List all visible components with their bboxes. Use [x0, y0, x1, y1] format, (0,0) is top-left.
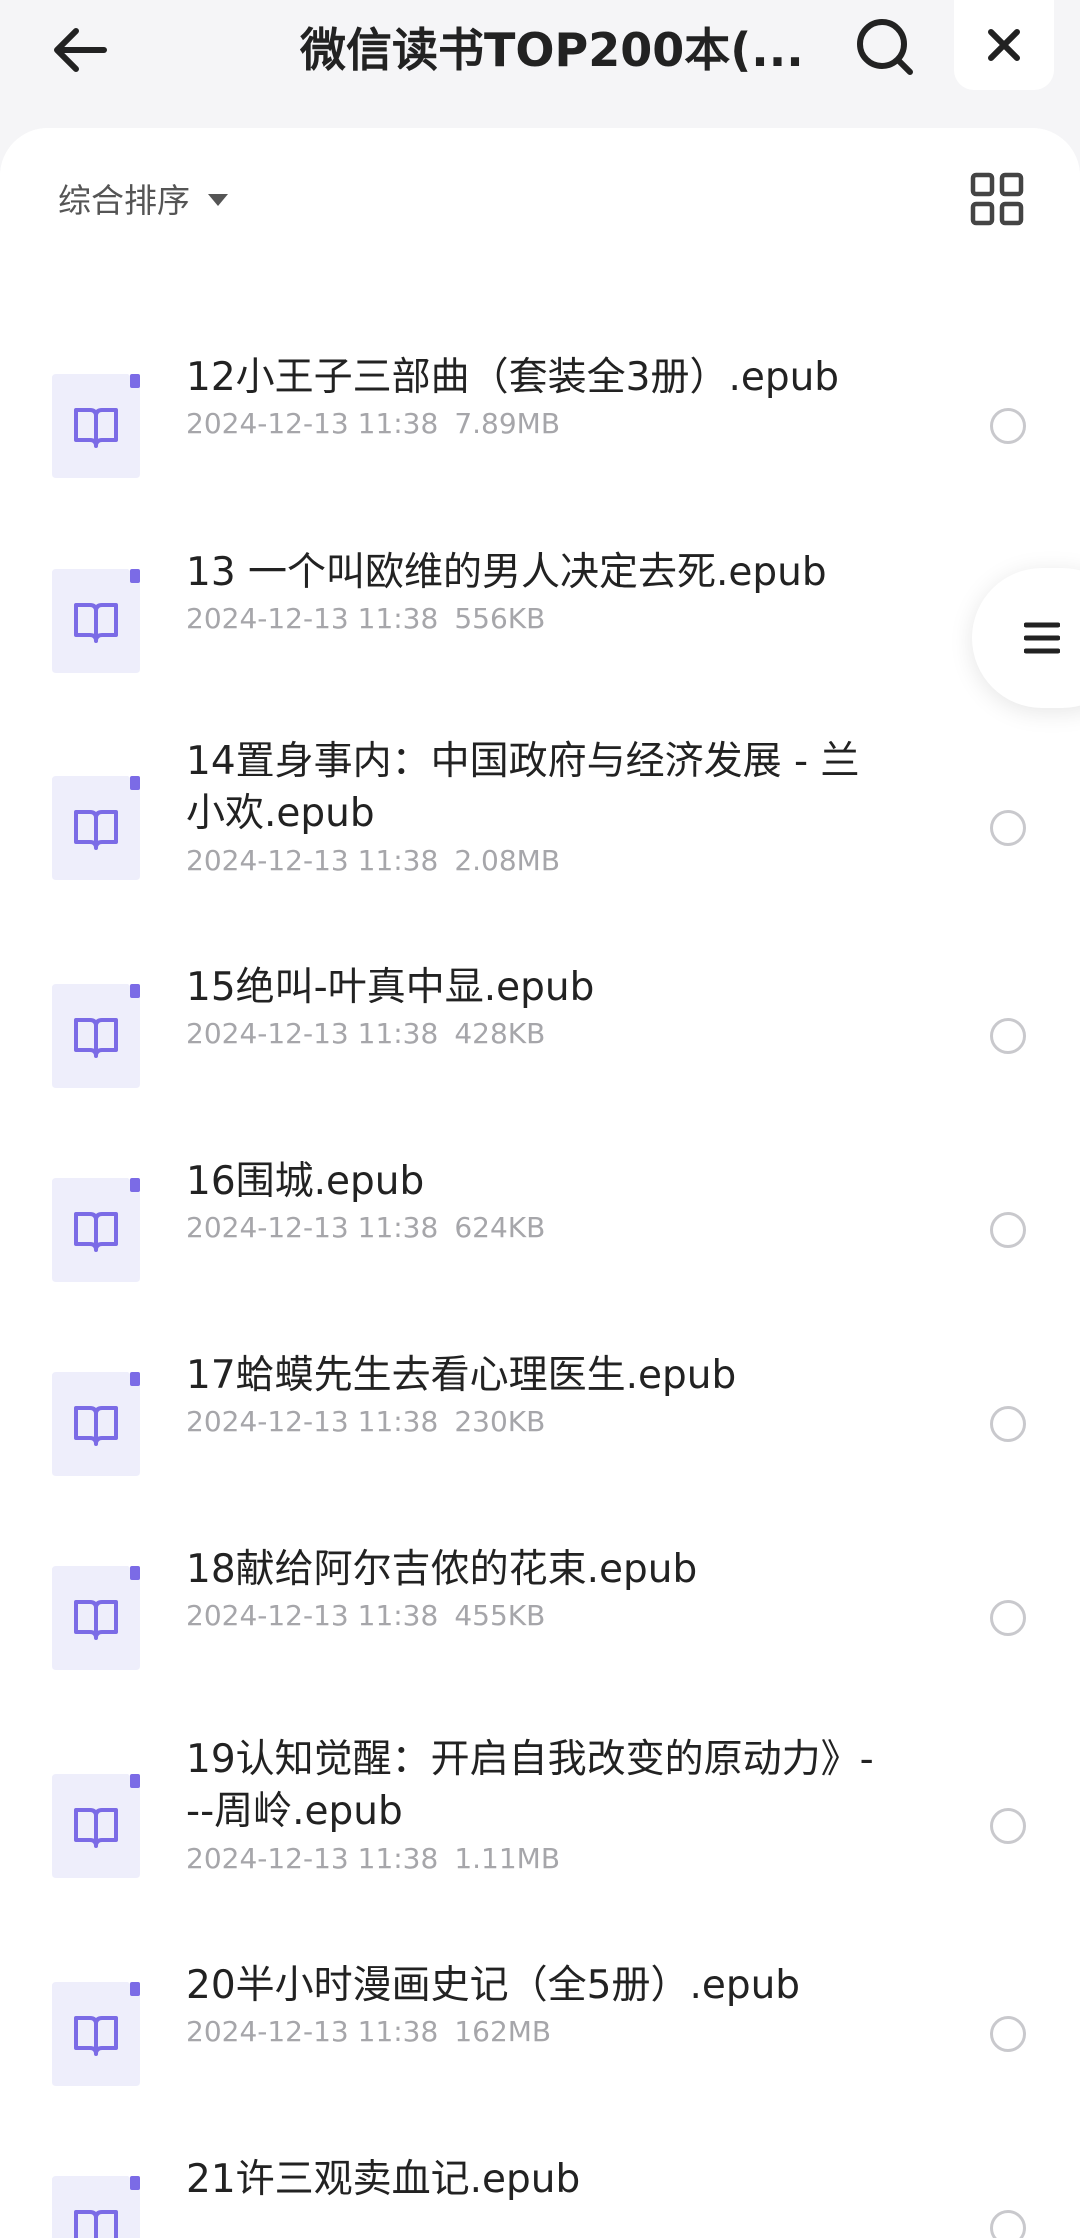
file-date: 2024-12-13 11:38 — [186, 1017, 439, 1050]
search-icon — [857, 19, 913, 75]
epub-file-icon — [52, 2176, 140, 2238]
search-button[interactable] — [842, 4, 928, 90]
file-name: 17蛤蟆先生去看心理医生.epub — [186, 1353, 737, 1398]
file-meta: 2024-12-13 11:38 1.11MB — [186, 1841, 560, 1877]
page-title: 微信读书TOP200本(... — [300, 23, 800, 77]
epub-file-icon — [52, 776, 140, 880]
file-meta: 2024-12-13 11:38 455KB — [186, 1598, 545, 1634]
file-size: 624KB — [454, 1211, 546, 1244]
file-meta: 2024-12-13 11:38 230KB — [186, 1404, 545, 1440]
back-button[interactable] — [40, 10, 120, 90]
file-date: 2024-12-13 11:38 — [186, 2015, 439, 2048]
epub-file-icon — [52, 374, 140, 478]
select-radio[interactable] — [990, 1600, 1026, 1636]
close-button[interactable] — [954, 0, 1054, 90]
file-name: 21许三观卖血记.epub — [186, 2157, 581, 2202]
file-date: 2024-12-13 11:38 — [186, 1842, 439, 1875]
epub-file-icon — [52, 569, 140, 673]
file-date: 2024-12-13 11:38 — [186, 1599, 439, 1632]
epub-file-icon — [52, 1774, 140, 1878]
arrow-left-icon — [54, 28, 107, 72]
file-size: 556KB — [454, 602, 546, 635]
file-meta: 2024-12-13 11:38 556KB — [186, 601, 545, 637]
grid-view-icon[interactable] — [970, 172, 1024, 226]
select-radio[interactable] — [990, 2210, 1026, 2238]
file-date: 2024-12-13 11:38 — [186, 1211, 439, 1244]
file-date: 2024-12-13 11:38 — [186, 1405, 439, 1438]
select-radio[interactable] — [990, 1808, 1026, 1844]
caret-down-icon — [208, 194, 228, 206]
file-meta: 2024-12-13 11:38 7.89MB — [186, 406, 560, 442]
menu-icon — [1024, 622, 1060, 654]
select-radio[interactable] — [990, 2016, 1026, 2052]
file-date: 2024-12-13 11:38 — [186, 844, 439, 877]
file-size: 428KB — [454, 1017, 546, 1050]
file-meta: 2024-12-13 11:38 2.08MB — [186, 843, 560, 879]
file-size: 1.11MB — [454, 1842, 561, 1875]
file-meta: 2024-12-13 11:38 162MB — [186, 2014, 551, 2050]
sort-dropdown[interactable]: 综合排序 — [58, 168, 228, 228]
epub-file-icon — [52, 1566, 140, 1670]
file-name: 13 一个叫欧维的男人决定去死.epub — [186, 550, 827, 595]
file-name: 18献给阿尔吉侬的花束.epub — [186, 1547, 698, 1592]
close-icon — [988, 29, 1020, 61]
file-meta: 2024-12-13 11:38 428KB — [186, 1016, 545, 1052]
select-radio[interactable] — [990, 1018, 1026, 1054]
file-size: 2.08MB — [454, 844, 561, 877]
file-size: 162MB — [454, 2015, 552, 2048]
epub-file-icon — [52, 1178, 140, 1282]
sort-label: 综合排序 — [58, 181, 190, 220]
file-name: 15绝叫-叶真中显.epub — [186, 965, 595, 1010]
select-radio[interactable] — [990, 1406, 1026, 1442]
file-meta: 2024-12-13 11:38 624KB — [186, 1210, 545, 1246]
file-list-card: 2024-12-13 11:386.25MB12小王子三部曲（套装全3册）.ep… — [0, 128, 1080, 2238]
file-list: 2024-12-13 11:386.25MB12小王子三部曲（套装全3册）.ep… — [0, 128, 1080, 2238]
select-radio[interactable] — [990, 810, 1026, 846]
file-browser-screen: 微信读书TOP200本(... 2024-12-13 11:386.25MB12… — [0, 0, 1080, 2238]
epub-file-icon — [52, 1372, 140, 1476]
select-radio[interactable] — [990, 408, 1026, 444]
file-date: 2024-12-13 11:38 — [186, 602, 439, 635]
file-name: 16围城.epub — [186, 1159, 425, 1204]
file-name: 19认知觉醒：开启自我改变的原动力》---周岭.epub — [186, 1737, 874, 1834]
list-toolbar: 综合排序 — [0, 128, 1080, 258]
select-radio[interactable] — [990, 1212, 1026, 1248]
file-name: 20半小时漫画史记（全5册）.epub — [186, 1963, 801, 2008]
file-size: 7.89MB — [454, 407, 561, 440]
epub-file-icon — [52, 1982, 140, 2086]
file-size: 230KB — [454, 1405, 546, 1438]
top-bar: 微信读书TOP200本(... — [0, 0, 1080, 130]
file-name: 12小王子三部曲（套装全3册）.epub — [186, 355, 840, 400]
epub-file-icon — [52, 984, 140, 1088]
file-date: 2024-12-13 11:38 — [186, 407, 439, 440]
file-size: 455KB — [454, 1599, 546, 1632]
file-name: 14置身事内：中国政府与经济发展 - 兰小欢.epub — [186, 739, 860, 836]
